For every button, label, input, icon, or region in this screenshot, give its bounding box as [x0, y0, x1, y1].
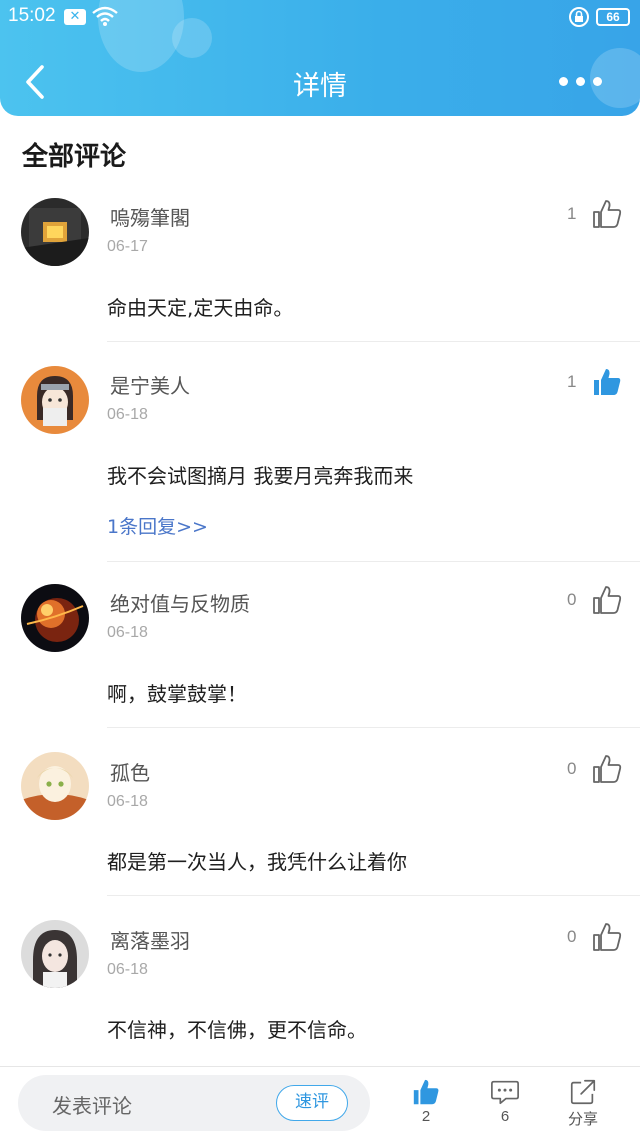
comment-date: 06-18 — [107, 961, 148, 978]
page-title: 详情 — [293, 71, 347, 102]
comment-bubble-icon — [491, 1080, 519, 1105]
comment-date: 06-18 — [107, 624, 148, 641]
comment-like-count: 0 — [567, 927, 577, 946]
comment-text: 不信神，不信佛，更不信命。 — [107, 1018, 367, 1042]
thumbs-up-filled-icon — [413, 1079, 439, 1105]
status-time: 15:02 — [8, 5, 56, 26]
share-button[interactable]: 分享 — [553, 1075, 613, 1133]
comment-like-count: 0 — [567, 759, 577, 778]
quick-comment-button[interactable]: 速评 — [276, 1085, 348, 1121]
battery-indicator: 66 — [596, 8, 630, 26]
view-replies-link[interactable]: 1条回复>> — [107, 512, 208, 539]
comment-like-count: 1 — [567, 372, 577, 391]
comment-date: 06-17 — [107, 238, 148, 255]
thumbs-up-icon[interactable] — [591, 753, 623, 785]
comment-input[interactable]: 发表评论 速评 — [18, 1075, 370, 1131]
status-bar: 15:02 ✕ 66 — [0, 0, 640, 34]
comment-date: 06-18 — [107, 406, 148, 423]
like-post-count: 2 — [421, 1108, 431, 1125]
comment-text: 命由天定,定天由命。 — [107, 296, 294, 320]
divider — [107, 727, 640, 728]
comment-like-count: 1 — [567, 204, 577, 223]
comment-like-count: 0 — [567, 590, 577, 609]
dot-icon — [576, 77, 585, 86]
section-title: 全部评论 — [22, 136, 127, 173]
thumbs-up-icon[interactable] — [591, 921, 623, 953]
thumbs-up-icon[interactable] — [591, 584, 623, 616]
header-bar: 15:02 ✕ 66 详情 — [0, 0, 640, 116]
share-label: 分享 — [567, 1111, 598, 1128]
more-options-button[interactable] — [556, 66, 606, 96]
rotation-lock-icon — [569, 7, 589, 27]
avatar[interactable] — [21, 366, 89, 434]
comments-count: 6 — [500, 1108, 510, 1125]
divider — [107, 341, 640, 342]
comments-button[interactable]: 6 — [475, 1075, 535, 1133]
comment-username[interactable]: 绝对值与反物质 — [110, 588, 250, 617]
thumbs-up-filled-icon[interactable] — [591, 366, 623, 398]
section-title-text: 全部评论 — [22, 142, 127, 172]
comment-text: 啊，鼓掌鼓掌！ — [107, 682, 247, 706]
share-icon — [570, 1079, 596, 1105]
avatar[interactable] — [21, 752, 89, 820]
comment-text: 我不会试图摘月 我要月亮奔我而来 — [107, 464, 414, 488]
dot-icon — [593, 77, 602, 86]
divider — [107, 561, 640, 562]
avatar[interactable] — [21, 920, 89, 988]
notification-icon: ✕ — [64, 9, 86, 25]
dot-icon — [559, 77, 568, 86]
wifi-icon — [92, 6, 118, 26]
like-post-button[interactable]: 2 — [396, 1075, 456, 1133]
comment-date: 06-18 — [107, 793, 148, 810]
comment-username[interactable]: 离落墨羽 — [110, 925, 190, 954]
thumbs-up-icon[interactable] — [591, 198, 623, 230]
comment-input-placeholder: 发表评论 — [52, 1094, 132, 1118]
avatar[interactable] — [21, 584, 89, 652]
comment-username[interactable]: 嗚殤筆閣 — [110, 202, 190, 231]
comment-username[interactable]: 是宁美人 — [110, 370, 190, 399]
comment-username[interactable]: 孤色 — [110, 757, 150, 786]
divider — [107, 895, 640, 896]
comment-text: 都是第一次当人，我凭什么让着你 — [107, 850, 407, 874]
bottom-action-bar: 发表评论 速评 2 6 分享 — [0, 1066, 640, 1138]
avatar[interactable] — [21, 198, 89, 266]
